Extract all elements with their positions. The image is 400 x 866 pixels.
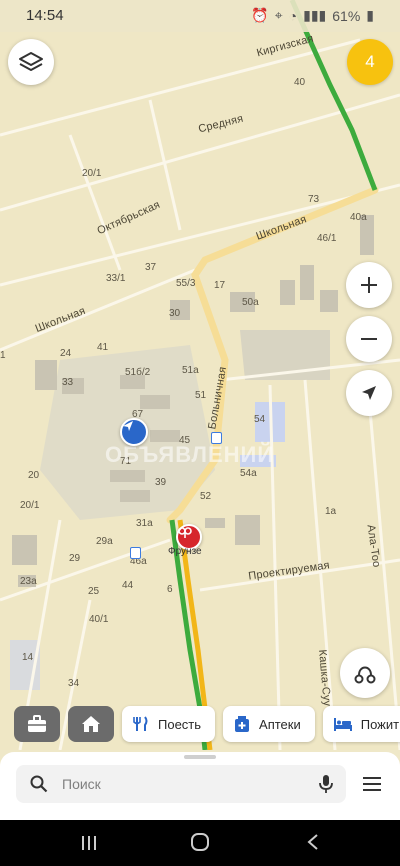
- house-number: 6: [167, 584, 173, 595]
- house-number: 20/1: [82, 168, 102, 179]
- wifi-icon: ◔: [288, 7, 298, 24]
- map-canvas[interactable]: Киргизская Средняя Октябрьская Школьная …: [0, 0, 400, 750]
- menu-icon: [363, 777, 381, 791]
- route-icon: [354, 666, 376, 684]
- plus-icon: [361, 277, 377, 293]
- layers-icon: [19, 52, 43, 71]
- zoom-out-button[interactable]: [346, 316, 392, 362]
- navigation-arrow-icon: [362, 386, 376, 400]
- house-number: 54a: [240, 468, 257, 479]
- chip-label: Аптеки: [259, 716, 301, 732]
- briefcase-button[interactable]: [14, 706, 60, 742]
- category-chips: Поесть Аптеки Пожить: [14, 706, 400, 742]
- house-number: 52: [200, 491, 212, 502]
- fork-knife-icon: [133, 716, 148, 731]
- notification-badge[interactable]: 4: [347, 39, 393, 85]
- zoom-in-button[interactable]: [346, 262, 392, 308]
- house-number: 25: [88, 586, 100, 597]
- house-number: 44: [122, 580, 134, 591]
- my-location-button[interactable]: [346, 370, 392, 416]
- status-bar: 14:54 ⏰ ⌖ ◔ ▮▮▮ 61% ▮: [0, 0, 400, 32]
- chip-pharmacy[interactable]: Аптеки: [223, 706, 315, 742]
- house-number: 33: [62, 377, 74, 388]
- house-number: 20/1: [20, 500, 40, 511]
- map-graphics: [0, 0, 400, 750]
- house-number: 73: [308, 194, 320, 205]
- menu-button[interactable]: [360, 772, 386, 796]
- house-number: 46/1: [317, 233, 337, 244]
- signal-icon: ▮▮▮: [303, 7, 327, 23]
- bed-icon: [333, 718, 352, 731]
- house-number: 40/1: [89, 614, 109, 625]
- house-number: 20: [28, 470, 40, 481]
- home-nav-icon[interactable]: [190, 832, 210, 852]
- home-button[interactable]: [68, 706, 114, 742]
- chip-eat[interactable]: Поесть: [122, 706, 216, 742]
- search-icon: [30, 775, 48, 793]
- house-number: 34: [68, 678, 80, 689]
- house-number: 51: [195, 390, 207, 401]
- home-icon: [82, 716, 100, 732]
- status-time: 14:54: [26, 7, 64, 24]
- status-icons: ⏰ ⌖ ◔ ▮▮▮ 61% ▮: [251, 7, 374, 24]
- layers-button[interactable]: [8, 39, 54, 85]
- metro-station-label: Фрунзе: [168, 546, 202, 557]
- house-number: 31a: [136, 518, 153, 529]
- briefcase-icon: [28, 715, 46, 732]
- system-nav-bar: [0, 820, 400, 866]
- house-number: 29: [69, 553, 81, 564]
- house-number: 23a: [20, 576, 37, 587]
- house-number: 1a: [325, 506, 337, 517]
- recent-apps-icon[interactable]: [80, 834, 98, 852]
- chip-label: Поесть: [158, 716, 202, 732]
- house-number: 41: [97, 342, 109, 353]
- search-bar[interactable]: Поиск: [16, 765, 346, 803]
- location-marker-icon: [120, 418, 148, 446]
- sheet-handle[interactable]: [184, 755, 216, 759]
- house-number: 50a: [242, 297, 259, 308]
- house-number: 30: [169, 308, 181, 319]
- house-number: 39: [155, 477, 167, 488]
- house-number: 55/3: [176, 278, 196, 289]
- battery-icon: ▮: [366, 7, 374, 23]
- house-number: 1: [0, 350, 6, 361]
- house-number: 51б/2: [125, 367, 151, 378]
- chip-label: Пожить: [360, 716, 400, 732]
- house-number: 24: [60, 348, 72, 359]
- house-number: 54: [254, 414, 266, 425]
- watermark: ОБЪЯВЛЕНИЙ: [105, 442, 275, 467]
- house-number: 33/1: [106, 273, 126, 284]
- house-number: 40a: [350, 212, 367, 223]
- pharmacy-icon: [235, 716, 250, 732]
- alarm-icon: ⏰: [251, 7, 269, 23]
- minus-icon: [361, 338, 377, 340]
- house-number: 29a: [96, 536, 113, 547]
- house-number: 17: [214, 280, 226, 291]
- search-input[interactable]: Поиск: [62, 776, 101, 792]
- house-number: 40: [294, 77, 306, 88]
- house-number: 51a: [182, 365, 199, 376]
- bus-stop-icon[interactable]: [130, 547, 141, 559]
- location-status-icon: ⌖: [274, 7, 283, 23]
- route-button[interactable]: [340, 648, 390, 698]
- bus-stop-icon[interactable]: [211, 432, 222, 444]
- back-icon[interactable]: [306, 833, 320, 851]
- battery-percent: 61%: [332, 7, 361, 24]
- house-number: 37: [145, 262, 157, 273]
- microphone-icon[interactable]: [318, 774, 334, 794]
- chip-stay[interactable]: Пожить: [322, 706, 400, 742]
- house-number: 14: [22, 652, 34, 663]
